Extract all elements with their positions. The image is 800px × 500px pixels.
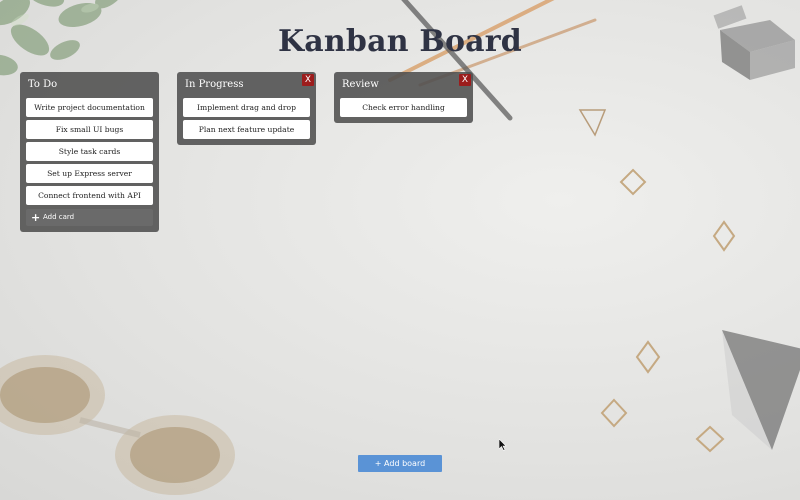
board-title: To Do [28, 79, 58, 90]
board-to-do[interactable]: To Do Write project documentation Fix sm… [20, 72, 159, 232]
paperclip-decoration [619, 168, 647, 196]
board-title: Review [342, 79, 379, 90]
board-review[interactable]: Review X Check error handling [334, 72, 473, 123]
paperclip-decoration [578, 109, 607, 137]
paperclip-decoration [695, 425, 725, 453]
close-board-button[interactable]: X [302, 74, 314, 86]
task-card[interactable]: Fix small UI bugs [26, 120, 153, 139]
add-board-button[interactable]: + Add board [358, 455, 442, 472]
task-card[interactable]: Style task cards [26, 142, 153, 161]
task-card[interactable]: Write project documentation [26, 98, 153, 117]
task-card[interactable]: Plan next feature update [183, 120, 310, 139]
board-title: In Progress [185, 79, 244, 90]
add-card-label: Add card [43, 213, 75, 221]
mouse-pointer-icon [499, 439, 507, 451]
paperclip-decoration [600, 398, 628, 428]
task-card[interactable]: Check error handling [340, 98, 467, 117]
close-board-button[interactable]: X [459, 74, 471, 86]
plus-icon: + [31, 211, 41, 224]
task-card[interactable]: Implement drag and drop [183, 98, 310, 117]
task-card[interactable]: Set up Express server [26, 164, 153, 183]
page-title: Kanban Board [278, 24, 522, 59]
add-card-button[interactable]: + Add card [26, 209, 153, 226]
paperclip-decoration [635, 340, 661, 374]
paperclip-decoration [712, 220, 736, 252]
hourglass-decoration [0, 355, 235, 495]
cone-decoration [722, 330, 800, 450]
board-in-progress[interactable]: In Progress X Implement drag and drop Pl… [177, 72, 316, 145]
task-card[interactable]: Connect frontend with API [26, 186, 153, 205]
